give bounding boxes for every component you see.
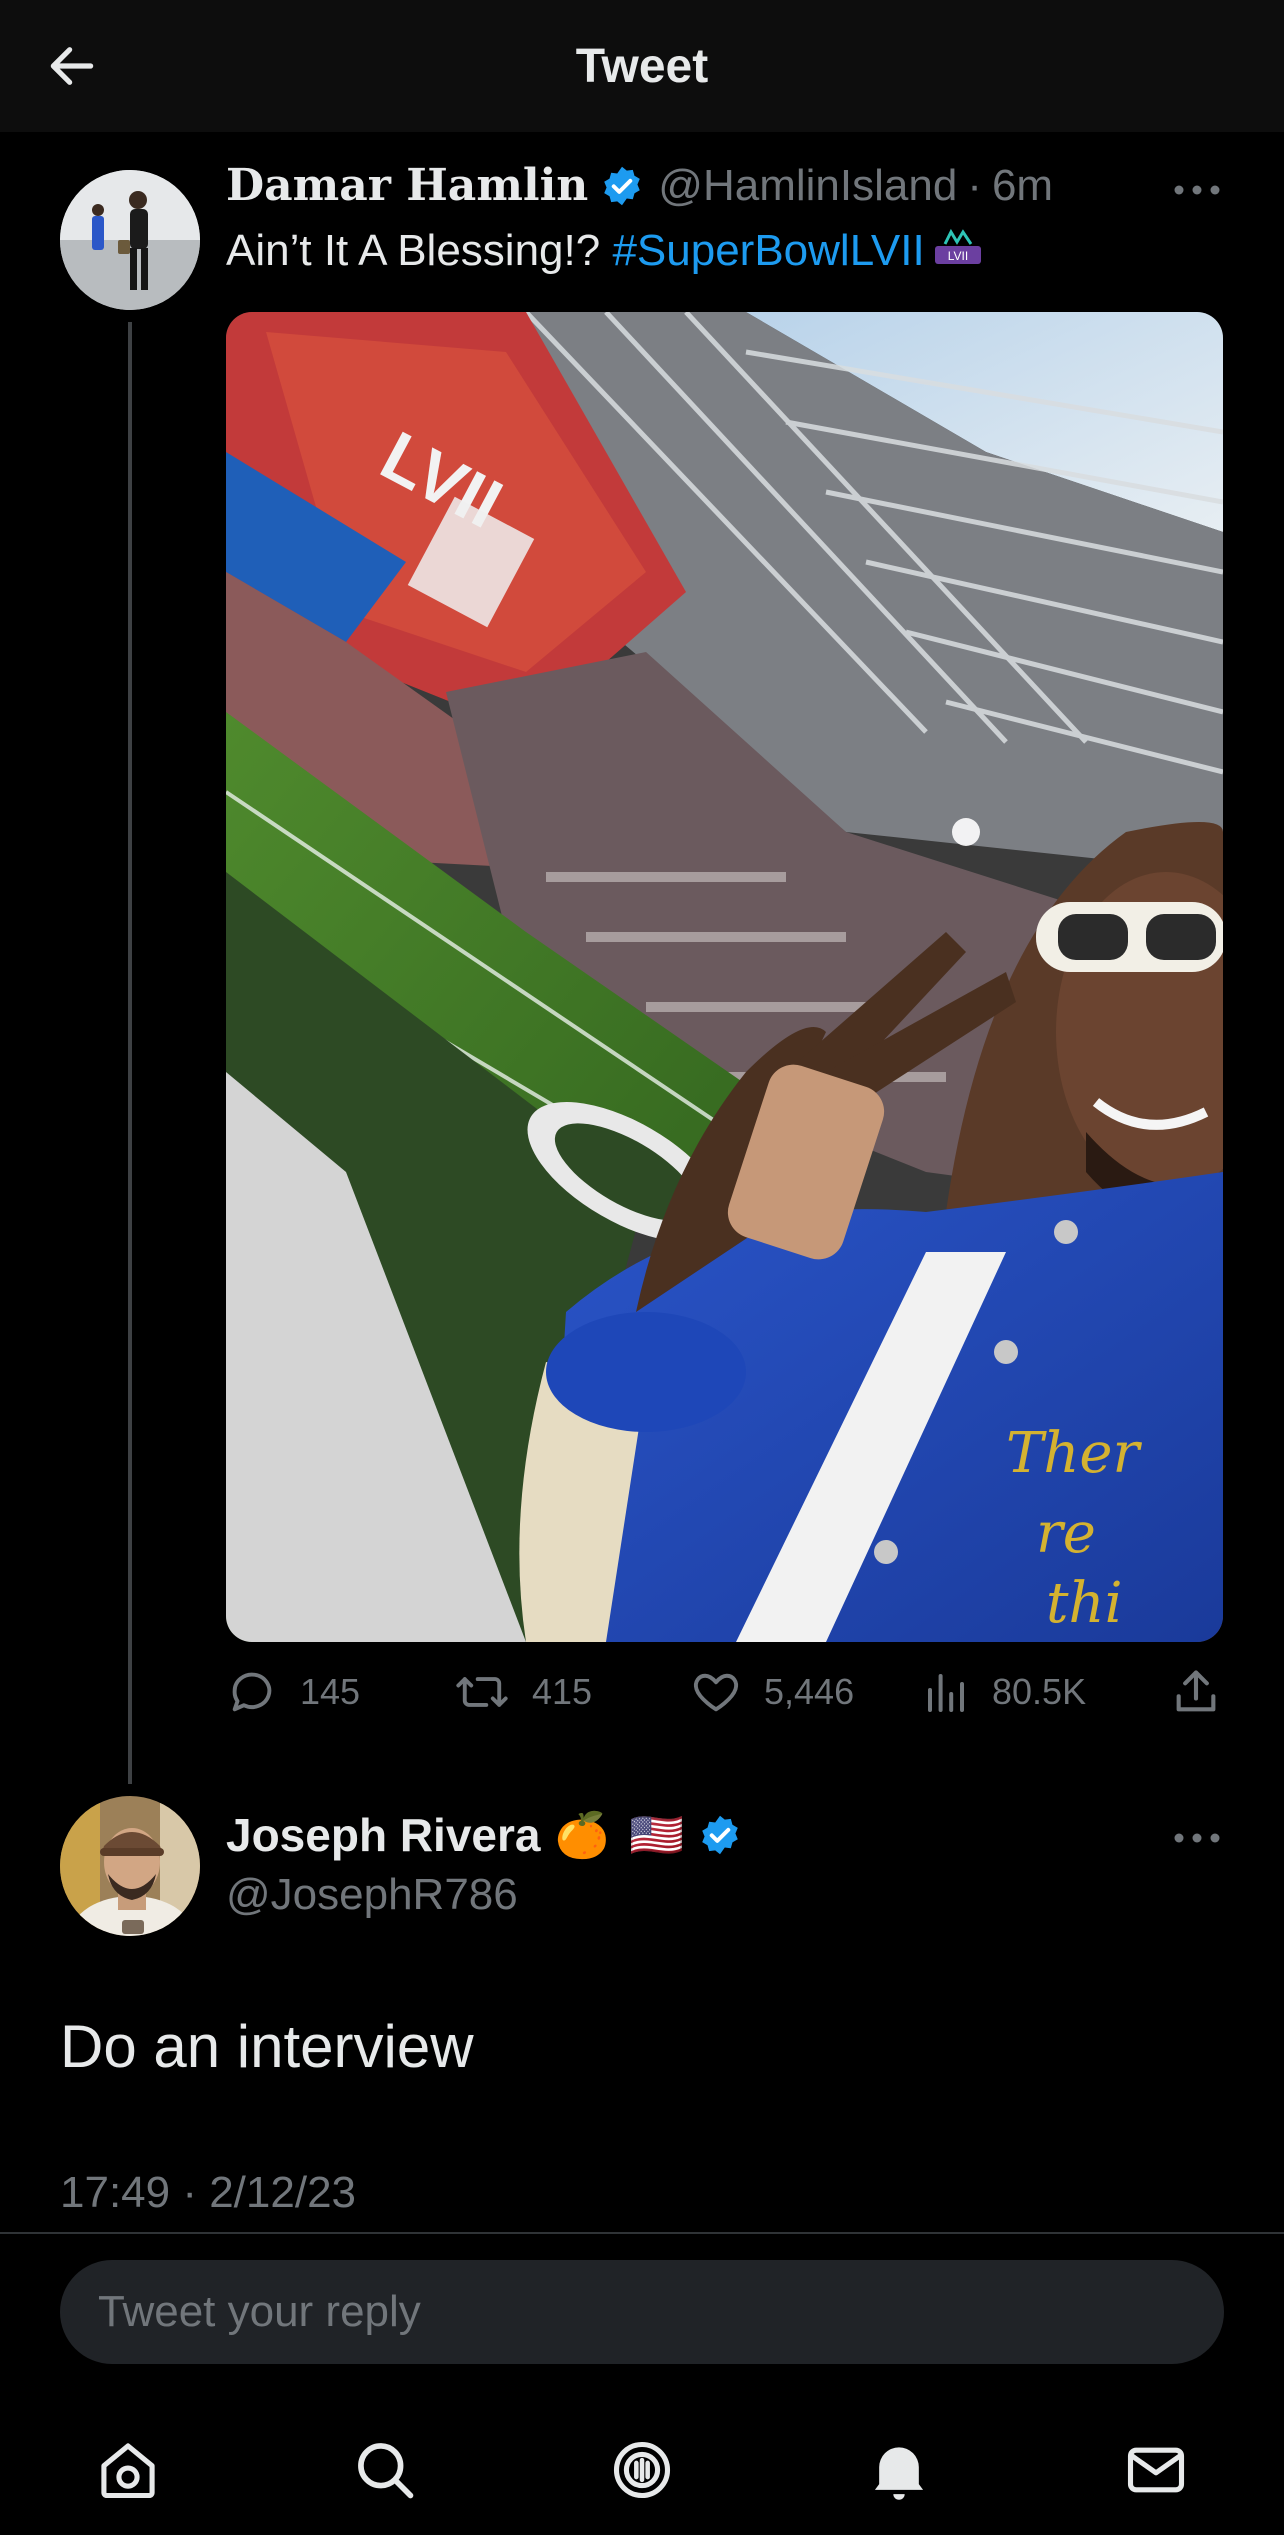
author-handle[interactable]: @HamlinIsland xyxy=(658,161,957,211)
spaces-icon[interactable] xyxy=(592,2420,692,2520)
original-tweet-header: Damar Hamlin @HamlinIsland · 6m xyxy=(226,160,1053,211)
reply-count: 145 xyxy=(300,1671,361,1712)
orange-emoji-icon: 🍊 xyxy=(554,1811,610,1860)
tweet-body: Ain’t It A Blessing!? xyxy=(226,226,613,275)
back-arrow-icon[interactable] xyxy=(40,34,104,98)
reply-icon xyxy=(226,1666,278,1718)
analytics-icon xyxy=(922,1666,970,1718)
bottom-tab-bar xyxy=(0,2400,1284,2535)
page-title: Tweet xyxy=(575,39,709,93)
reply-action[interactable]: 145 xyxy=(226,1666,360,1718)
share-icon xyxy=(1170,1666,1222,1718)
svg-text:Ther: Ther xyxy=(1006,1421,1143,1486)
views-action[interactable]: 80.5K xyxy=(922,1666,1086,1718)
messages-icon[interactable] xyxy=(1106,2420,1206,2520)
reply-author-handle[interactable]: @JosephR786 xyxy=(226,1870,518,1920)
tweet-photo[interactable]: LVII Ther re thi xyxy=(226,312,1223,1642)
top-bar: Tweet xyxy=(0,0,1284,132)
author-name[interactable]: Damar Hamlin xyxy=(226,160,588,211)
avatar-damar-hamlin[interactable] xyxy=(60,170,200,310)
like-count: 5,446 xyxy=(764,1671,855,1712)
reply-composer[interactable] xyxy=(60,2260,1224,2364)
composer-divider xyxy=(0,2232,1284,2234)
retweet-icon xyxy=(454,1666,510,1718)
retweet-count: 415 xyxy=(532,1671,593,1712)
svg-text:thi: thi xyxy=(1046,1571,1122,1636)
reply-input[interactable] xyxy=(96,2286,1224,2338)
like-action[interactable]: 5,446 xyxy=(690,1666,854,1718)
super-bowl-hashflag-icon: LVII xyxy=(931,228,985,279)
reply-author-header: Joseph Rivera 🍊 🇺🇸 xyxy=(226,1808,742,1862)
svg-text:LVII: LVII xyxy=(947,249,967,263)
retweet-action[interactable]: 415 xyxy=(454,1666,592,1718)
share-action[interactable] xyxy=(1170,1666,1222,1718)
us-flag-emoji-icon: 🇺🇸 xyxy=(629,1811,685,1860)
reply-author-name[interactable]: Joseph Rivera xyxy=(226,1808,540,1862)
reply-verified-badge-icon xyxy=(698,1813,742,1857)
tweet-text: Ain’t It A Blessing!? #SuperBowlLVII LVI… xyxy=(226,226,985,279)
reply-more-options-icon[interactable] xyxy=(1162,1818,1232,1858)
reply-timestamp: 17:49 · 2/12/23 xyxy=(60,2168,357,2217)
notifications-icon[interactable] xyxy=(849,2420,949,2520)
hashtag-link[interactable]: #SuperBowlLVII xyxy=(612,226,924,275)
more-options-icon[interactable] xyxy=(1162,170,1232,210)
handle-separator: · xyxy=(967,160,982,210)
reply-tweet-text: Do an interview xyxy=(60,2013,474,2080)
views-count: 80.5K xyxy=(992,1671,1087,1712)
tweet-time: 6m xyxy=(991,160,1054,210)
verified-badge-icon xyxy=(600,164,644,208)
thread-connector-line xyxy=(128,322,132,1784)
heart-icon xyxy=(690,1666,742,1718)
home-icon[interactable] xyxy=(78,2420,178,2520)
avatar-joseph-rivera[interactable] xyxy=(60,1796,200,1936)
svg-text:re: re xyxy=(1036,1501,1096,1566)
search-icon[interactable] xyxy=(335,2420,435,2520)
